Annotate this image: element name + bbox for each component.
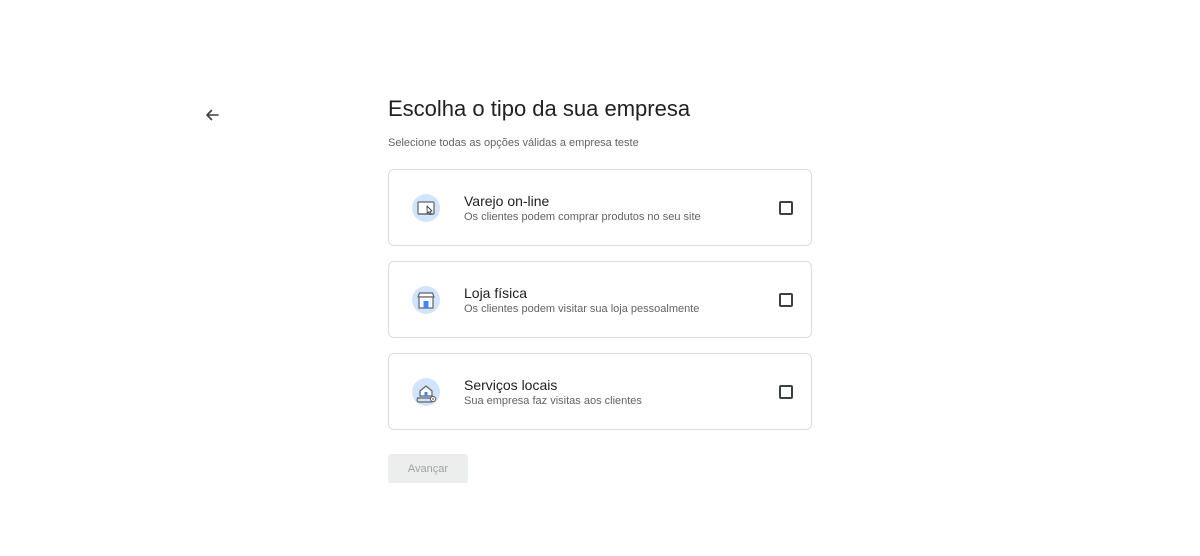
options-list: Varejo on-line Os clientes podem comprar…: [388, 169, 812, 430]
option-text: Serviços locais Sua empresa faz visitas …: [464, 376, 779, 408]
option-checkbox[interactable]: [779, 384, 793, 399]
option-description: Sua empresa faz visitas aos clientes: [464, 394, 642, 407]
storefront-icon: [412, 285, 440, 314]
option-title: Serviços locais: [464, 376, 558, 393]
option-description: Os clientes podem visitar sua loja pesso…: [464, 302, 700, 315]
business-type-page: Escolha o tipo da sua empresa Selecione …: [0, 0, 1200, 556]
option-online-retail[interactable]: Varejo on-line Os clientes podem comprar…: [388, 169, 812, 246]
option-checkbox[interactable]: [779, 200, 793, 215]
back-button[interactable]: [198, 101, 226, 129]
option-checkbox[interactable]: [779, 292, 793, 307]
online-store-icon: [412, 193, 440, 222]
main-content: Escolha o tipo da sua empresa Selecione …: [388, 94, 812, 483]
option-local-services[interactable]: Serviços locais Sua empresa faz visitas …: [388, 353, 812, 430]
arrow-left-icon: [206, 109, 219, 121]
option-title: Varejo on-line: [464, 192, 550, 209]
option-description: Os clientes podem comprar produtos no se…: [464, 210, 701, 223]
option-text: Loja física Os clientes podem visitar su…: [464, 284, 779, 316]
local-services-icon: [412, 377, 440, 406]
option-physical-store[interactable]: Loja física Os clientes podem visitar su…: [388, 261, 812, 338]
option-text: Varejo on-line Os clientes podem comprar…: [464, 192, 779, 224]
option-title: Loja física: [464, 284, 528, 301]
page-subtitle: Selecione todas as opções válidas a empr…: [388, 137, 639, 149]
page-title: Escolha o tipo da sua empresa: [388, 96, 691, 121]
next-button[interactable]: Avançar: [388, 454, 468, 483]
